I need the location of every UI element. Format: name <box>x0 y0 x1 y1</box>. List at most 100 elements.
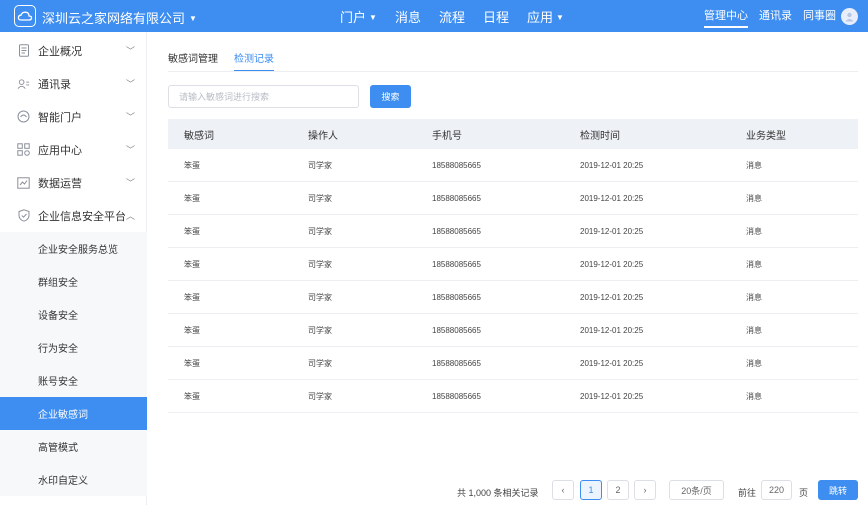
table-cell: 2019-12-01 20:25 <box>580 259 644 269</box>
page-size-select[interactable]: 20条/页 <box>669 480 724 500</box>
sidebar-sub-account-security[interactable]: 账号安全 <box>0 364 147 397</box>
table-cell: 18588085665 <box>432 391 481 401</box>
table-cell: 笨蛋 <box>184 358 200 368</box>
sidebar-item-overview[interactable]: 企业概况 ﹀ <box>0 34 147 67</box>
page-button[interactable]: 1 <box>580 480 602 500</box>
sidebar-item-app-center[interactable]: 应用中心 ﹀ <box>0 133 147 166</box>
table-cell: 18588085665 <box>432 259 481 269</box>
nav-apps[interactable]: 应用 ▼ <box>527 7 564 26</box>
chevron-left-icon: ‹ <box>561 485 565 495</box>
goto-label: 前往 <box>738 488 757 498</box>
nav-calendar[interactable]: 日程 <box>483 7 509 26</box>
table-row: 笨蛋 司学家 18588085665 2019-12-01 20:25 消息 <box>168 314 858 347</box>
nav-colleagues[interactable]: 同事圈 <box>803 0 836 32</box>
column-header: 检测时间 <box>580 130 620 142</box>
table-cell: 司学家 <box>308 325 332 335</box>
sidebar: 企业概况 ﹀ 通讯录 ﹀ 智能门户 ﹀ 应用中心 ﹀ 数据运营 ﹀ 企业信息安全… <box>0 32 147 505</box>
goto-page-input[interactable]: 220 <box>761 480 792 500</box>
table-cell: 司学家 <box>308 259 332 269</box>
table-cell: 消息 <box>746 226 762 236</box>
nav-contacts[interactable]: 通讯录 <box>759 0 792 32</box>
nav-portal[interactable]: 门户 ▼ <box>340 7 377 26</box>
table-cell: 消息 <box>746 160 762 170</box>
apps-icon <box>17 143 30 156</box>
chevron-down-icon: ﹀ <box>125 112 135 122</box>
table-cell: 2019-12-01 20:25 <box>580 226 644 236</box>
document-icon <box>17 44 30 57</box>
table-cell: 2019-12-01 20:25 <box>580 358 644 368</box>
nav-admin-center[interactable]: 管理中心 <box>704 0 748 32</box>
company-switcher[interactable]: 深圳云之家网络有限公司 ▼ <box>42 8 197 27</box>
records-table: 敏感词 操作人 手机号 检测时间 业务类型 笨蛋 司学家 18588085665 20… <box>168 119 858 413</box>
column-header: 敏感词 <box>184 130 214 142</box>
chevron-down-icon: ﹀ <box>125 178 135 188</box>
table-row: 笨蛋 司学家 18588085665 2019-12-01 20:25 消息 <box>168 182 858 215</box>
sidebar-sub-sensitive-words[interactable]: 企业敏感词 <box>0 397 147 430</box>
page-unit-label: 页 <box>799 488 809 498</box>
caret-down-icon: ▼ <box>189 14 197 23</box>
right-nav: 管理中心 通讯录 同事圈 <box>693 0 858 32</box>
sidebar-item-data-ops[interactable]: 数据运营 ﹀ <box>0 166 147 199</box>
table-cell: 消息 <box>746 259 762 269</box>
table-cell: 司学家 <box>308 358 332 368</box>
table-cell: 消息 <box>746 358 762 368</box>
table-row: 笨蛋 司学家 18588085665 2019-12-01 20:25 消息 <box>168 281 858 314</box>
next-page-button[interactable]: › <box>634 480 656 500</box>
company-name: 深圳云之家网络有限公司 <box>42 11 186 26</box>
top-bar: 深圳云之家网络有限公司 ▼ 门户 ▼ 消息 流程 日程 应用 ▼ 管理中心 通讯录 同… <box>0 0 868 32</box>
nav-messages[interactable]: 消息 <box>395 7 421 26</box>
table-cell: 18588085665 <box>432 160 481 170</box>
nav-workflow[interactable]: 流程 <box>439 7 465 26</box>
chevron-down-icon: ﹀ <box>125 46 135 56</box>
chevron-down-icon: ﹀ <box>125 79 135 89</box>
table-row: 笨蛋 司学家 18588085665 2019-12-01 20:25 消息 <box>168 347 858 380</box>
sidebar-sub-executive-mode[interactable]: 高管模式 <box>0 430 147 463</box>
tab-sensitive-word-management[interactable]: 敏感词管理 <box>168 50 218 72</box>
sidebar-sub-watermark[interactable]: 水印自定义 <box>0 463 147 496</box>
table-cell: 2019-12-01 20:25 <box>580 325 644 335</box>
sidebar-sub-security-overview[interactable]: 企业安全服务总览 <box>0 232 147 265</box>
table-cell: 司学家 <box>308 391 332 401</box>
tab-detection-records[interactable]: 检测记录 <box>234 50 274 72</box>
chart-icon <box>17 176 30 189</box>
table-body: 笨蛋 司学家 18588085665 2019-12-01 20:25 消息 笨蛋 司学家 1… <box>168 149 858 413</box>
table-cell: 18588085665 <box>432 325 481 335</box>
search-button[interactable]: 搜索 <box>370 85 411 108</box>
table-header: 敏感词 操作人 手机号 检测时间 业务类型 <box>168 119 858 149</box>
table-row: 笨蛋 司学家 18588085665 2019-12-01 20:25 消息 <box>168 248 858 281</box>
table-cell: 司学家 <box>308 160 332 170</box>
table-cell: 消息 <box>746 391 762 401</box>
sidebar-sub-device-security[interactable]: 设备安全 <box>0 298 147 331</box>
tab-bar: 敏感词管理 检测记录 <box>168 50 290 72</box>
sidebar-sub-group-security[interactable]: 群组安全 <box>0 265 147 298</box>
table-cell: 消息 <box>746 292 762 302</box>
cloud-logo-icon[interactable] <box>14 5 36 27</box>
column-header: 操作人 <box>308 130 338 142</box>
table-cell: 司学家 <box>308 292 332 302</box>
table-cell: 2019-12-01 20:25 <box>580 391 644 401</box>
table-cell: 消息 <box>746 325 762 335</box>
table-cell: 18588085665 <box>432 292 481 302</box>
table-cell: 司学家 <box>308 226 332 236</box>
table-cell: 2019-12-01 20:25 <box>580 292 644 302</box>
search-input[interactable] <box>168 85 359 108</box>
sidebar-sub-behavior-security[interactable]: 行为安全 <box>0 331 147 364</box>
page-button[interactable]: 2 <box>607 480 629 500</box>
contacts-icon <box>17 77 30 90</box>
sidebar-item-contacts[interactable]: 通讯录 ﹀ <box>0 67 147 100</box>
table-cell: 笨蛋 <box>184 325 200 335</box>
caret-down-icon: ▼ <box>369 13 377 22</box>
sidebar-item-security-platform[interactable]: 企业信息安全平台 ︿ <box>0 199 147 232</box>
table-cell: 笨蛋 <box>184 391 200 401</box>
table-cell: 2019-12-01 20:25 <box>580 193 644 203</box>
column-header: 业务类型 <box>746 130 786 142</box>
shield-icon <box>17 209 30 222</box>
column-header: 手机号 <box>432 130 462 142</box>
sidebar-item-portal[interactable]: 智能门户 ﹀ <box>0 100 147 133</box>
avatar[interactable] <box>841 7 858 25</box>
prev-page-button[interactable]: ‹ <box>552 480 574 500</box>
portal-icon <box>17 110 30 123</box>
tab-divider <box>168 71 858 72</box>
jump-button[interactable]: 跳转 <box>818 480 858 500</box>
main-nav: 门户 ▼ 消息 流程 日程 应用 ▼ <box>340 7 582 26</box>
